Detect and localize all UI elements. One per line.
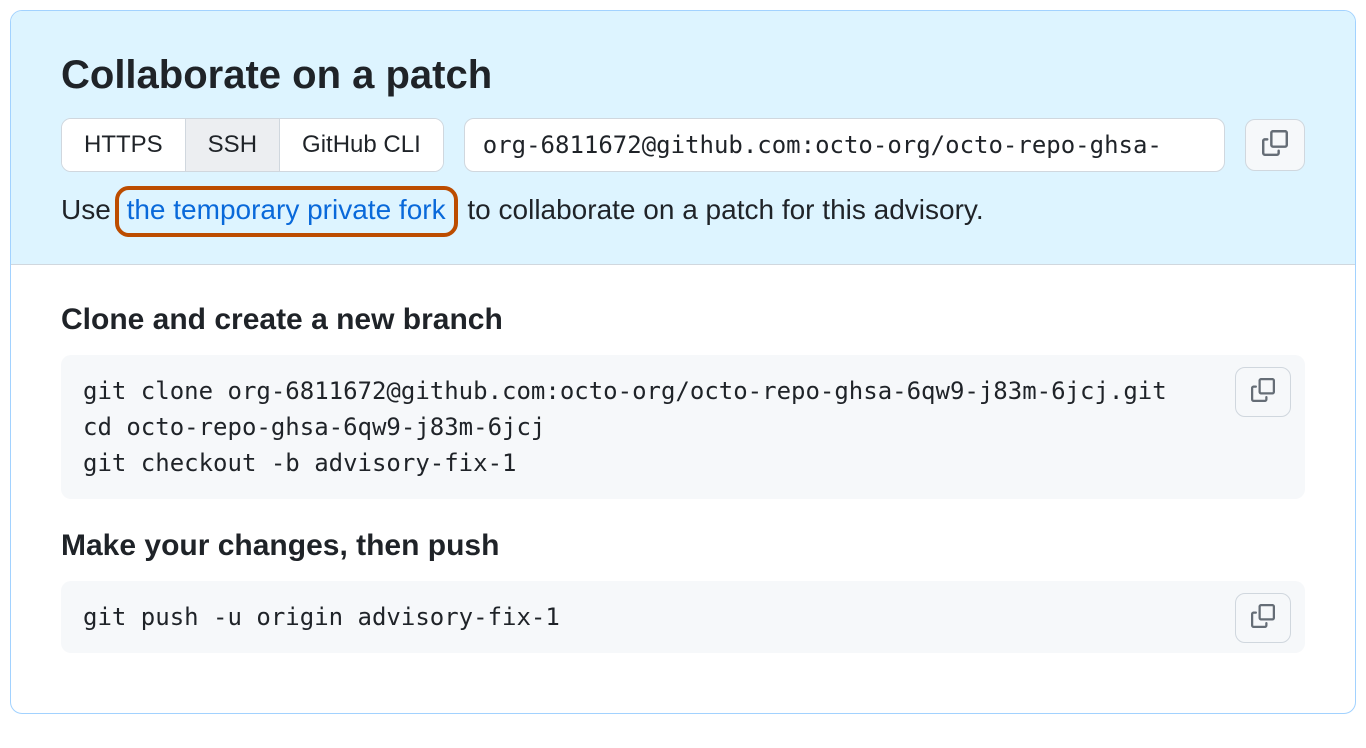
copy-clone-button[interactable]: [1235, 367, 1291, 417]
collaborate-description: Use the temporary private fork to collab…: [61, 194, 1305, 226]
copy-push-button[interactable]: [1235, 593, 1291, 643]
push-heading: Make your changes, then push: [61, 529, 1305, 563]
clone-code-wrap: git clone org-6811672@github.com:octo-or…: [61, 355, 1305, 499]
page-title: Collaborate on a patch: [61, 53, 1305, 98]
copy-url-button[interactable]: [1245, 119, 1305, 171]
clone-row: HTTPS SSH GitHub CLI org-6811672@github.…: [61, 118, 1305, 172]
collaborate-header: Collaborate on a patch HTTPS SSH GitHub …: [11, 11, 1355, 265]
tab-https[interactable]: HTTPS: [62, 119, 186, 171]
clone-url-field[interactable]: org-6811672@github.com:octo-org/octo-rep…: [464, 118, 1225, 172]
push-code-block[interactable]: git push -u origin advisory-fix-1: [61, 581, 1305, 653]
tab-ssh[interactable]: SSH: [186, 119, 280, 171]
clone-protocol-tabs: HTTPS SSH GitHub CLI: [61, 118, 444, 172]
copy-icon: [1251, 604, 1275, 633]
clone-heading: Clone and create a new branch: [61, 303, 1305, 337]
push-code-wrap: git push -u origin advisory-fix-1: [61, 581, 1305, 653]
desc-suffix: to collaborate on a patch for this advis…: [460, 194, 984, 225]
copy-icon: [1251, 378, 1275, 407]
advisory-card: Collaborate on a patch HTTPS SSH GitHub …: [10, 10, 1356, 714]
instructions-section: Clone and create a new branch git clone …: [11, 265, 1355, 713]
temporary-private-fork-link[interactable]: the temporary private fork: [115, 186, 458, 237]
clone-code-block[interactable]: git clone org-6811672@github.com:octo-or…: [61, 355, 1305, 499]
tab-github-cli[interactable]: GitHub CLI: [280, 119, 443, 171]
desc-prefix: Use: [61, 194, 119, 225]
copy-icon: [1262, 130, 1288, 161]
